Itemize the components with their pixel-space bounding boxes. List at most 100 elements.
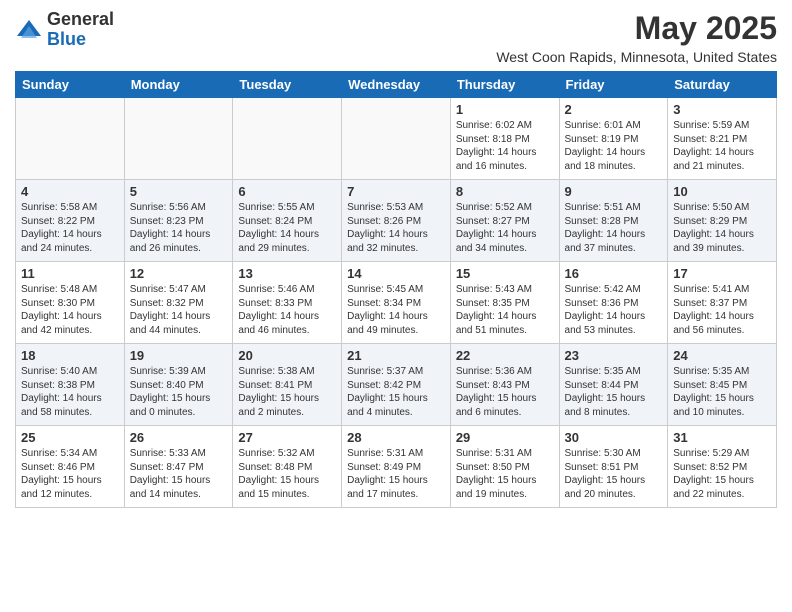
day-cell: 5 Sunrise: 5:56 AM Sunset: 8:23 PM Daylig… [124, 180, 233, 262]
logo-blue: Blue [47, 29, 86, 49]
day-number: 10 [673, 184, 771, 199]
day-number: 17 [673, 266, 771, 281]
day-info: Sunrise: 5:40 AM Sunset: 8:38 PM Dayligh… [21, 365, 119, 419]
logo: General Blue [15, 10, 114, 50]
week-row-1: 4 Sunrise: 5:58 AM Sunset: 8:22 PM Daylig… [16, 180, 777, 262]
day-info: Sunrise: 5:42 AM Sunset: 8:36 PM Dayligh… [565, 283, 663, 337]
day-cell: 4 Sunrise: 5:58 AM Sunset: 8:22 PM Daylig… [16, 180, 125, 262]
calendar-page: General Blue May 2025 West Coon Rapids, … [0, 0, 792, 612]
day-cell: 11 Sunrise: 5:48 AM Sunset: 8:30 PM Dayli… [16, 262, 125, 344]
logo-text: General Blue [47, 10, 114, 50]
day-number: 30 [565, 430, 663, 445]
day-info: Sunrise: 5:58 AM Sunset: 8:22 PM Dayligh… [21, 201, 119, 255]
day-cell: 1Sunrise: 6:02 AM Sunset: 8:18 PM Daylig… [450, 98, 559, 180]
day-cell: 18Sunrise: 5:40 AM Sunset: 8:38 PM Dayli… [16, 344, 125, 426]
day-cell: 27Sunrise: 5:32 AM Sunset: 8:48 PM Dayli… [233, 426, 342, 508]
day-number: 9 [565, 184, 663, 199]
day-info: Sunrise: 5:52 AM Sunset: 8:27 PM Dayligh… [456, 201, 554, 255]
day-cell: 10 Sunrise: 5:50 AM Sunset: 8:29 PM Dayli… [668, 180, 777, 262]
day-number: 11 [21, 266, 119, 281]
col-header-monday: Monday [124, 72, 233, 98]
day-cell: 9 Sunrise: 5:51 AM Sunset: 8:28 PM Daylig… [559, 180, 668, 262]
day-cell [124, 98, 233, 180]
logo-icon [15, 16, 43, 44]
day-number: 14 [347, 266, 445, 281]
day-number: 21 [347, 348, 445, 363]
day-number: 31 [673, 430, 771, 445]
day-cell: 13Sunrise: 5:46 AM Sunset: 8:33 PM Dayli… [233, 262, 342, 344]
day-info: Sunrise: 5:50 AM Sunset: 8:29 PM Dayligh… [673, 201, 771, 255]
header: General Blue May 2025 West Coon Rapids, … [15, 10, 777, 65]
day-info: Sunrise: 5:53 AM Sunset: 8:26 PM Dayligh… [347, 201, 445, 255]
day-number: 22 [456, 348, 554, 363]
logo-general: General [47, 9, 114, 29]
col-header-wednesday: Wednesday [342, 72, 451, 98]
day-info: Sunrise: 5:36 AM Sunset: 8:43 PM Dayligh… [456, 365, 554, 419]
day-number: 7 [347, 184, 445, 199]
day-number: 20 [238, 348, 336, 363]
day-cell: 20Sunrise: 5:38 AM Sunset: 8:41 PM Dayli… [233, 344, 342, 426]
col-header-sunday: Sunday [16, 72, 125, 98]
location: West Coon Rapids, Minnesota, United Stat… [496, 49, 777, 65]
day-info: Sunrise: 5:34 AM Sunset: 8:46 PM Dayligh… [21, 447, 119, 501]
day-number: 13 [238, 266, 336, 281]
day-number: 5 [130, 184, 228, 199]
day-info: Sunrise: 5:41 AM Sunset: 8:37 PM Dayligh… [673, 283, 771, 337]
day-number: 27 [238, 430, 336, 445]
week-row-4: 25Sunrise: 5:34 AM Sunset: 8:46 PM Dayli… [16, 426, 777, 508]
week-row-2: 11 Sunrise: 5:48 AM Sunset: 8:30 PM Dayli… [16, 262, 777, 344]
week-row-0: 1Sunrise: 6:02 AM Sunset: 8:18 PM Daylig… [16, 98, 777, 180]
day-cell: 12 Sunrise: 5:47 AM Sunset: 8:32 PM Dayli… [124, 262, 233, 344]
day-cell: 29Sunrise: 5:31 AM Sunset: 8:50 PM Dayli… [450, 426, 559, 508]
col-header-tuesday: Tuesday [233, 72, 342, 98]
day-info: Sunrise: 5:29 AM Sunset: 8:52 PM Dayligh… [673, 447, 771, 501]
day-number: 19 [130, 348, 228, 363]
day-cell: 25Sunrise: 5:34 AM Sunset: 8:46 PM Dayli… [16, 426, 125, 508]
day-cell: 19 Sunrise: 5:39 AM Sunset: 8:40 PM Dayli… [124, 344, 233, 426]
day-cell: 8 Sunrise: 5:52 AM Sunset: 8:27 PM Daylig… [450, 180, 559, 262]
week-row-3: 18Sunrise: 5:40 AM Sunset: 8:38 PM Dayli… [16, 344, 777, 426]
day-cell: 15Sunrise: 5:43 AM Sunset: 8:35 PM Dayli… [450, 262, 559, 344]
day-info: Sunrise: 5:35 AM Sunset: 8:45 PM Dayligh… [673, 365, 771, 419]
day-number: 23 [565, 348, 663, 363]
day-info: Sunrise: 5:48 AM Sunset: 8:30 PM Dayligh… [21, 283, 119, 337]
day-cell: 6 Sunrise: 5:55 AM Sunset: 8:24 PM Daylig… [233, 180, 342, 262]
day-info: Sunrise: 5:59 AM Sunset: 8:21 PM Dayligh… [673, 119, 771, 173]
day-cell: 30 Sunrise: 5:30 AM Sunset: 8:51 PM Dayli… [559, 426, 668, 508]
day-cell [342, 98, 451, 180]
day-number: 24 [673, 348, 771, 363]
day-info: Sunrise: 5:30 AM Sunset: 8:51 PM Dayligh… [565, 447, 663, 501]
day-info: Sunrise: 5:35 AM Sunset: 8:44 PM Dayligh… [565, 365, 663, 419]
day-cell: 3 Sunrise: 5:59 AM Sunset: 8:21 PM Daylig… [668, 98, 777, 180]
day-number: 16 [565, 266, 663, 281]
day-info: Sunrise: 5:47 AM Sunset: 8:32 PM Dayligh… [130, 283, 228, 337]
day-cell: 17 Sunrise: 5:41 AM Sunset: 8:37 PM Dayli… [668, 262, 777, 344]
day-info: Sunrise: 5:55 AM Sunset: 8:24 PM Dayligh… [238, 201, 336, 255]
day-cell: 28Sunrise: 5:31 AM Sunset: 8:49 PM Dayli… [342, 426, 451, 508]
day-info: Sunrise: 5:56 AM Sunset: 8:23 PM Dayligh… [130, 201, 228, 255]
day-cell: 31 Sunrise: 5:29 AM Sunset: 8:52 PM Dayli… [668, 426, 777, 508]
col-header-friday: Friday [559, 72, 668, 98]
day-info: Sunrise: 5:33 AM Sunset: 8:47 PM Dayligh… [130, 447, 228, 501]
calendar-table: SundayMondayTuesdayWednesdayThursdayFrid… [15, 71, 777, 508]
day-number: 1 [456, 102, 554, 117]
day-cell: 7 Sunrise: 5:53 AM Sunset: 8:26 PM Daylig… [342, 180, 451, 262]
day-cell: 22 Sunrise: 5:36 AM Sunset: 8:43 PM Dayli… [450, 344, 559, 426]
day-number: 6 [238, 184, 336, 199]
day-info: Sunrise: 5:51 AM Sunset: 8:28 PM Dayligh… [565, 201, 663, 255]
header-row: SundayMondayTuesdayWednesdayThursdayFrid… [16, 72, 777, 98]
day-cell: 14 Sunrise: 5:45 AM Sunset: 8:34 PM Dayli… [342, 262, 451, 344]
day-cell: 21Sunrise: 5:37 AM Sunset: 8:42 PM Dayli… [342, 344, 451, 426]
day-cell: 23 Sunrise: 5:35 AM Sunset: 8:44 PM Dayli… [559, 344, 668, 426]
day-number: 12 [130, 266, 228, 281]
day-cell: 26Sunrise: 5:33 AM Sunset: 8:47 PM Dayli… [124, 426, 233, 508]
day-info: Sunrise: 5:39 AM Sunset: 8:40 PM Dayligh… [130, 365, 228, 419]
day-number: 2 [565, 102, 663, 117]
day-number: 3 [673, 102, 771, 117]
day-cell: 2Sunrise: 6:01 AM Sunset: 8:19 PM Daylig… [559, 98, 668, 180]
title-block: May 2025 West Coon Rapids, Minnesota, Un… [496, 10, 777, 65]
day-info: Sunrise: 5:45 AM Sunset: 8:34 PM Dayligh… [347, 283, 445, 337]
day-number: 4 [21, 184, 119, 199]
day-info: Sunrise: 5:43 AM Sunset: 8:35 PM Dayligh… [456, 283, 554, 337]
day-number: 8 [456, 184, 554, 199]
